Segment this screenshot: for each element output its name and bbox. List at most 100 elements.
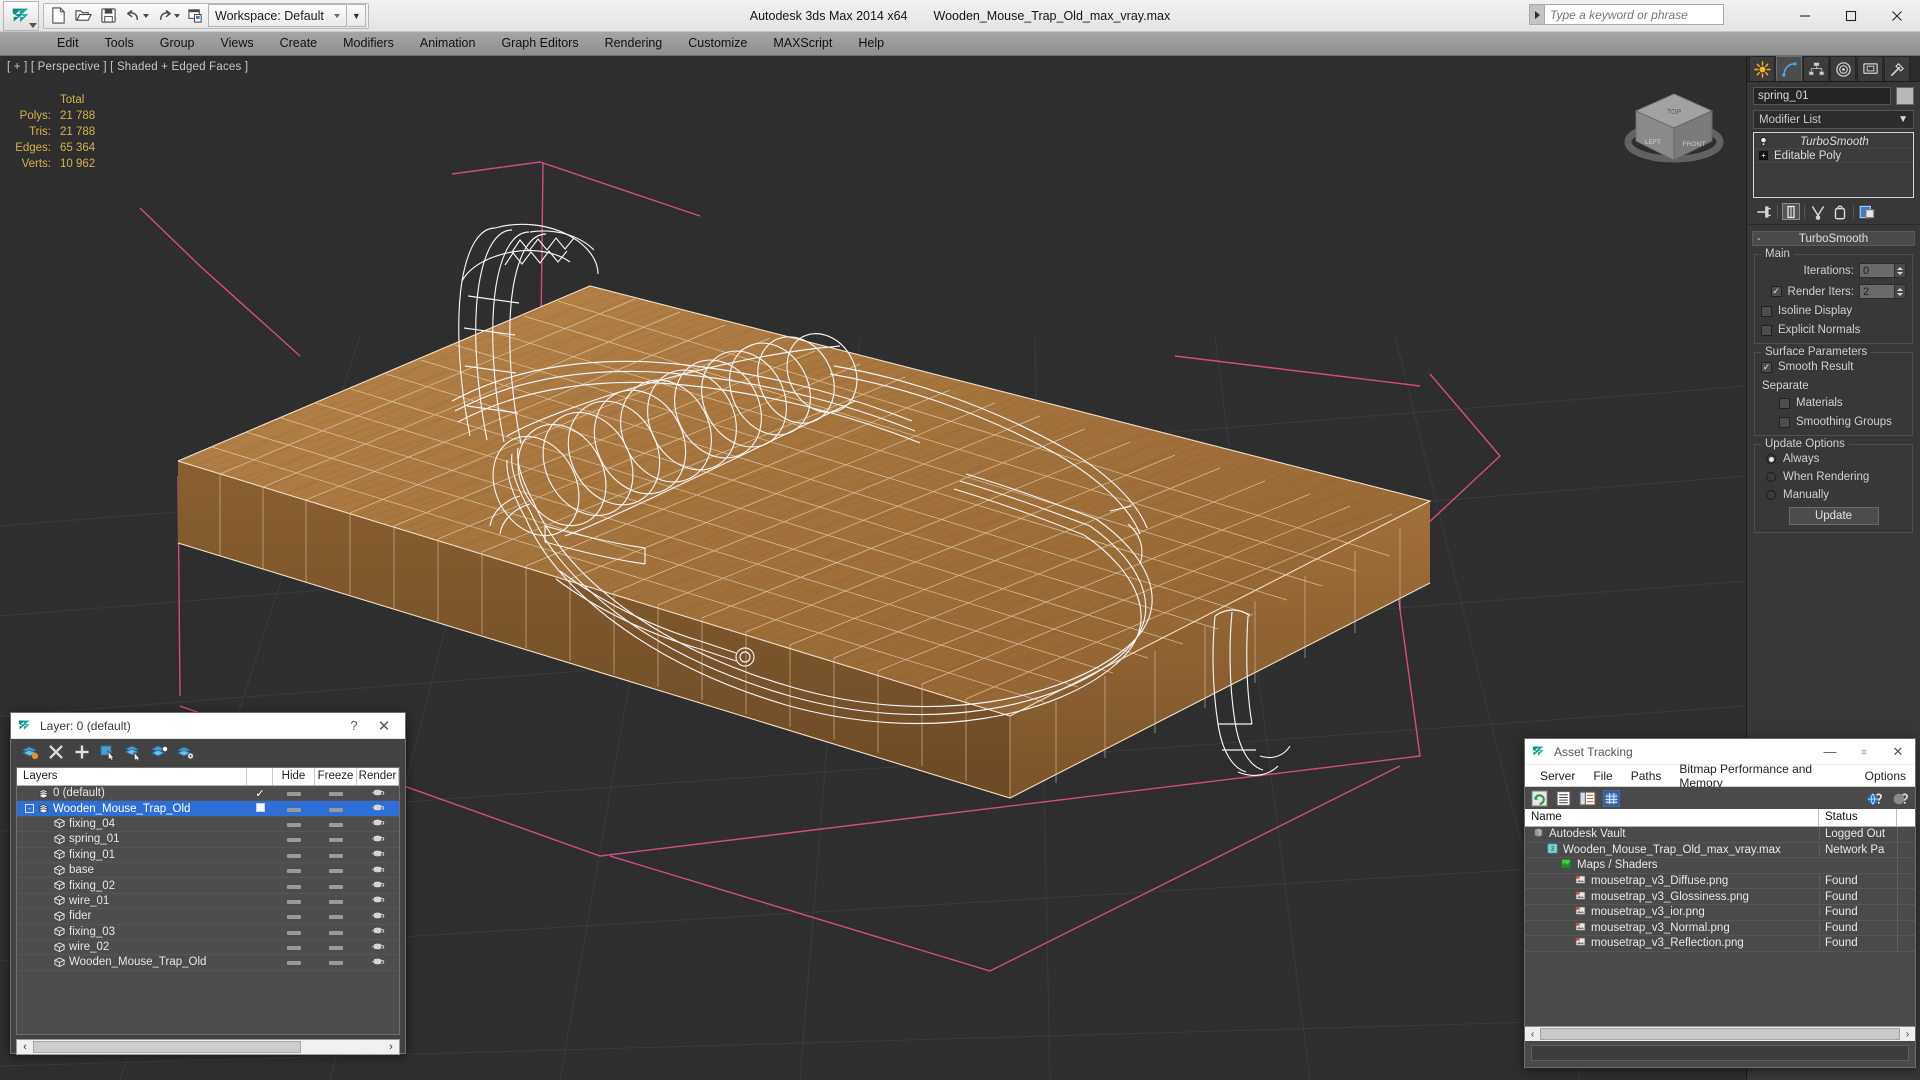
redo-dropdown-icon[interactable] (174, 13, 180, 18)
asset-scroll-right-icon[interactable]: › (1900, 1029, 1915, 1040)
scroll-left-icon[interactable]: ‹ (17, 1041, 33, 1053)
tab-hierarchy[interactable] (1803, 56, 1829, 81)
menu-item-graph-editors[interactable]: Graph Editors (488, 32, 591, 55)
help-icon[interactable] (1892, 790, 1909, 807)
materials-checkbox[interactable] (1779, 397, 1790, 409)
layer-hide-cell[interactable] (273, 880, 315, 892)
asset-row[interactable]: mousetrap_v3_Glossiness.png Found (1525, 889, 1915, 905)
new-layer-icon[interactable] (21, 743, 39, 761)
scroll-right-icon[interactable]: › (383, 1041, 399, 1053)
radio-button[interactable] (1766, 454, 1776, 464)
asset-row[interactable]: mousetrap_v3_Diffuse.png Found (1525, 873, 1915, 890)
iterations-value[interactable]: 0 (1859, 263, 1895, 278)
scroll-thumb[interactable] (33, 1041, 301, 1053)
add-layer-icon[interactable] (73, 743, 91, 761)
update-option-always[interactable]: Always (1761, 453, 1906, 465)
asset-menu-paths[interactable]: Paths (1622, 769, 1671, 783)
redo-icon[interactable] (152, 4, 176, 27)
layer-active-checkbox[interactable] (255, 802, 265, 812)
layer-row[interactable]: fixing_02 (17, 878, 399, 894)
layer-hide-cell[interactable] (273, 787, 315, 799)
layer-freeze-cell[interactable] (315, 787, 357, 799)
asset-row[interactable]: mousetrap_v3_Reflection.png Found (1525, 936, 1915, 952)
layer-render-cell[interactable] (357, 817, 399, 830)
layer-render-cell[interactable] (357, 848, 399, 861)
undo-dropdown-icon[interactable] (143, 13, 149, 18)
layer-row[interactable]: - Wooden_Mouse_Trap_Old (17, 801, 399, 817)
layer-hide-cell[interactable] (273, 956, 315, 968)
workspace-dropdown-button[interactable]: ▼ (347, 4, 366, 27)
highlight-selected-icon[interactable] (151, 743, 169, 761)
asset-scroll-left-icon[interactable]: ‹ (1525, 1029, 1540, 1040)
layer-freeze-cell[interactable] (315, 895, 357, 907)
layer-freeze-cell[interactable] (315, 803, 357, 815)
render-iters-spin-buttons[interactable] (1895, 284, 1906, 299)
object-color-swatch[interactable] (1896, 87, 1914, 105)
asset-row[interactable]: mousetrap_v3_Normal.png Found (1525, 920, 1915, 937)
layer-close-button[interactable]: ✕ (367, 717, 401, 735)
pin-stack-icon[interactable] (1755, 203, 1773, 220)
undo-icon[interactable] (121, 4, 145, 27)
update-option-manually[interactable]: Manually (1761, 489, 1906, 501)
layer-render-cell[interactable] (357, 864, 399, 877)
layer-hide-cell[interactable] (273, 926, 315, 938)
tab-create[interactable] (1749, 56, 1775, 81)
show-end-result-icon[interactable] (1782, 203, 1800, 220)
layer-horizontal-scrollbar[interactable]: ‹ › (16, 1039, 400, 1055)
open-file-icon[interactable] (71, 4, 95, 27)
remove-modifier-icon[interactable] (1831, 203, 1849, 220)
asset-maximize-button[interactable]: ▫ (1847, 744, 1881, 759)
layer-freeze-cell[interactable] (315, 864, 357, 876)
asset-close-button[interactable]: ✕ (1881, 744, 1915, 760)
asset-menu-bitmap-performance-and-memory[interactable]: Bitmap Performance and Memory (1670, 762, 1855, 790)
smooth-result-row[interactable]: ✓ Smooth Result (1761, 361, 1906, 373)
minimize-button[interactable] (1782, 0, 1828, 32)
layer-row[interactable]: wire_01 (17, 894, 399, 910)
layer-render-cell[interactable] (357, 833, 399, 846)
select-objects-icon[interactable] (99, 743, 117, 761)
layer-freeze-cell[interactable] (315, 818, 357, 830)
asset-horizontal-scrollbar[interactable]: ‹ › (1525, 1026, 1915, 1041)
menu-item-help[interactable]: Help (845, 32, 897, 55)
layer-active-cell[interactable] (247, 802, 273, 815)
grid-view-icon[interactable] (1603, 789, 1620, 807)
render-iters-value[interactable]: 2 (1859, 284, 1895, 299)
layer-hide-cell[interactable] (273, 849, 315, 861)
layer-row[interactable]: fixing_04 (17, 817, 399, 833)
layer-properties-icon[interactable] (177, 743, 195, 761)
layer-active-cell[interactable]: ✓ (247, 787, 273, 800)
layer-freeze-cell[interactable] (315, 941, 357, 953)
make-unique-icon[interactable] (1809, 203, 1827, 220)
expander-icon[interactable]: - (25, 804, 34, 814)
menu-item-modifiers[interactable]: Modifiers (330, 32, 407, 55)
layer-help-button[interactable]: ? (341, 718, 367, 733)
layer-freeze-cell[interactable] (315, 926, 357, 938)
maximize-button[interactable] (1828, 0, 1874, 32)
layer-hide-cell[interactable] (273, 941, 315, 953)
layer-hide-cell[interactable] (273, 910, 315, 922)
layer-row[interactable]: base (17, 863, 399, 879)
render-iters-checkbox[interactable]: ✓ (1770, 286, 1782, 297)
new-file-icon[interactable] (46, 4, 70, 27)
layer-render-cell[interactable] (357, 894, 399, 907)
asset-menu-server[interactable]: Server (1531, 769, 1584, 783)
asset-row[interactable]: Maps / Shaders (1525, 858, 1915, 874)
layer-row[interactable]: fider (17, 909, 399, 925)
layer-row[interactable]: 0 (default) ✓ (17, 786, 399, 802)
layer-render-cell[interactable] (357, 787, 399, 800)
menu-item-edit[interactable]: Edit (44, 32, 92, 55)
turbosmooth-rollout-header[interactable]: - TurboSmooth (1752, 231, 1915, 246)
layer-dialog[interactable]: Layer: 0 (default) ? ✕ Layers Hide Freez… (10, 712, 406, 1055)
select-highlighted-icon[interactable] (125, 743, 143, 761)
layer-render-cell[interactable] (357, 956, 399, 969)
layer-freeze-cell[interactable] (315, 956, 357, 968)
modifier-stack-item[interactable]: + Editable Poly (1754, 149, 1913, 163)
asset-row[interactable]: mousetrap_v3_ior.png Found (1525, 904, 1915, 921)
modifier-stack-item[interactable]: TurboSmooth (1754, 135, 1913, 149)
refresh-icon[interactable] (1531, 790, 1548, 807)
render-iters-spinner[interactable]: 2 (1859, 284, 1906, 299)
menu-item-rendering[interactable]: Rendering (592, 32, 676, 55)
layer-hide-cell[interactable] (273, 833, 315, 845)
tab-motion[interactable] (1830, 56, 1856, 81)
explicit-normals-checkbox[interactable] (1761, 324, 1772, 336)
